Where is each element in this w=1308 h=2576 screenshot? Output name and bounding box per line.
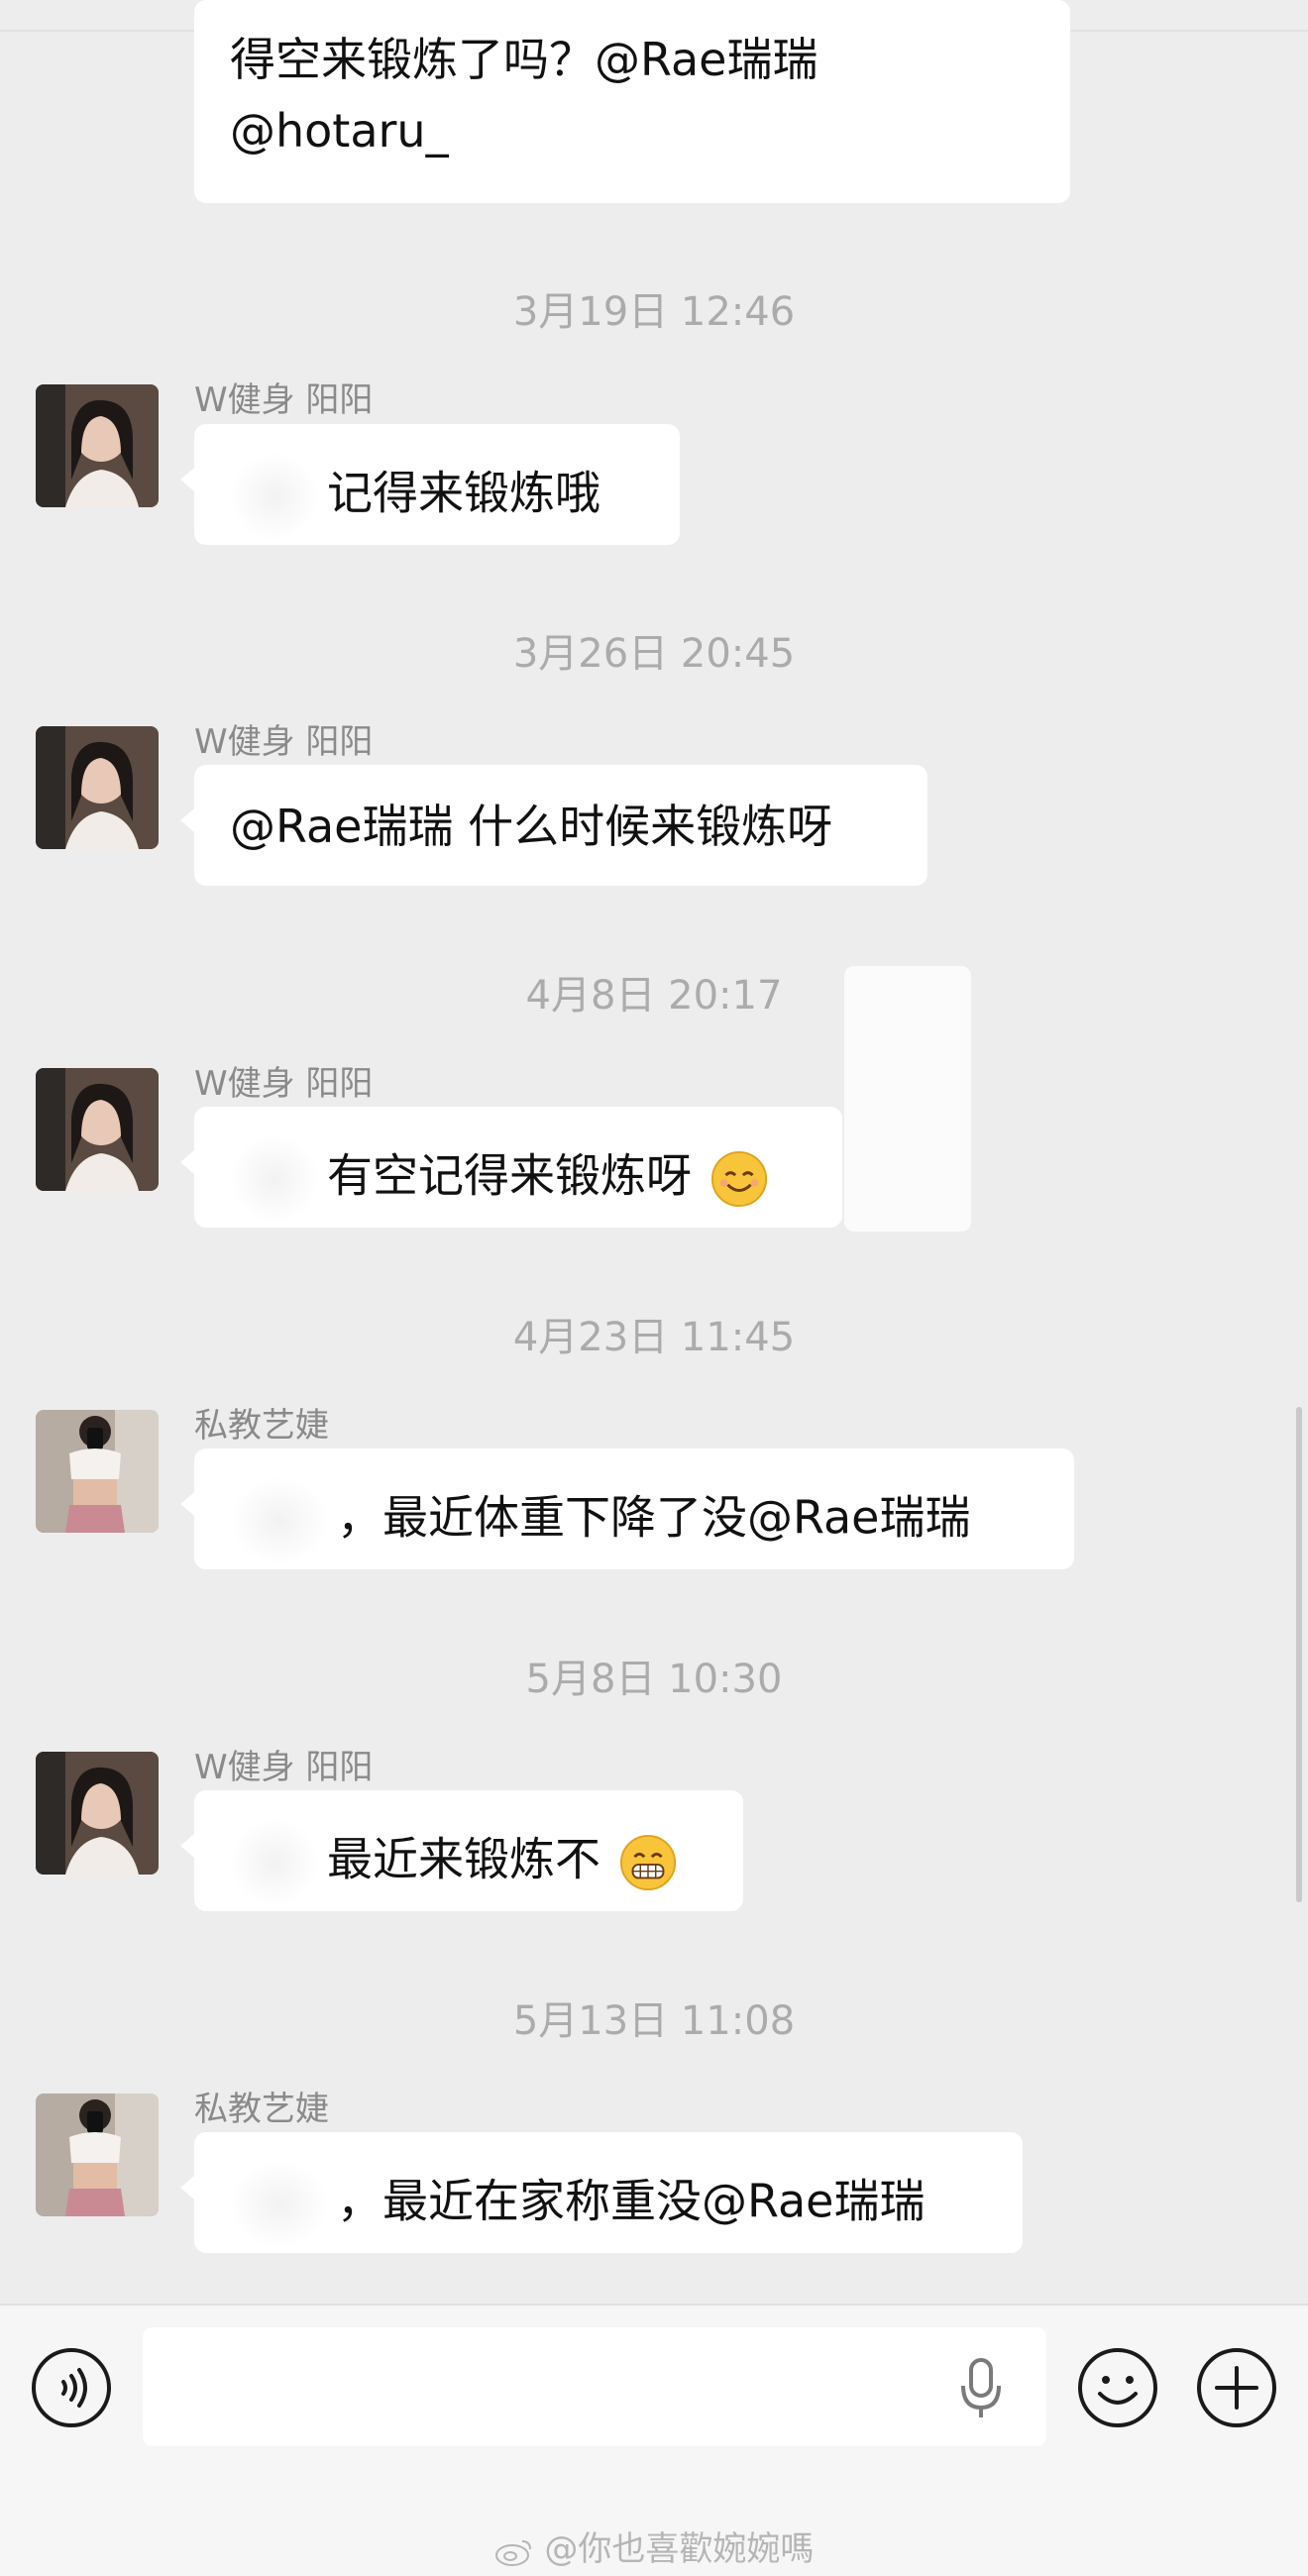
redacted-overlay [844, 966, 971, 1232]
add-more-button[interactable] [1195, 2346, 1278, 2429]
sender-name: W健身 阳阳 [194, 1748, 374, 1787]
emoji-icon [1078, 2348, 1157, 2427]
timestamp: 4月23日 11:45 [512, 1315, 796, 1360]
redacted-area [230, 1476, 329, 1565]
message-bubble[interactable]: ，最近体重下降了没@Rae瑞瑞 [180, 1449, 1074, 1569]
avatar-yangyang-icon [36, 1752, 159, 1875]
message-bubble[interactable]: 记得来锻炼哦 [180, 424, 680, 545]
redacted-area [230, 452, 319, 541]
message-bubble[interactable]: 有空记得来锻炼呀 [180, 1107, 842, 1228]
message-text: 最近来锻炼不 [327, 1832, 600, 1886]
microphone-icon [961, 2358, 1001, 2417]
emoji-button[interactable] [1076, 2346, 1159, 2429]
grinning-face-emoji-icon [619, 1834, 676, 1891]
avatar[interactable] [36, 2093, 159, 2216]
plus-icon [1197, 2348, 1276, 2427]
timestamp: 3月19日 12:46 [512, 289, 796, 335]
message-text: @Rae瑞瑞 什么时候来锻炼呀 [230, 800, 833, 853]
avatar[interactable] [36, 1752, 159, 1875]
sender-name: W健身 阳阳 [194, 1064, 374, 1104]
avatar[interactable] [36, 1068, 159, 1191]
message-text: 记得来锻炼哦 [327, 466, 600, 520]
message-text: 有空记得来锻炼呀 [327, 1148, 692, 1203]
avatar-yangyang-icon [36, 384, 159, 507]
message-text-line-1: 得空来锻炼了吗？@Rae瑞瑞 [230, 33, 818, 86]
sender-name: 私教艺婕 [194, 1406, 329, 1446]
message-bubble[interactable]: 得空来锻炼了吗？@Rae瑞瑞 @hotaru_ [194, 0, 1070, 203]
timestamp: 3月26日 20:45 [512, 631, 796, 677]
avatar-yangyang-icon [36, 1068, 159, 1191]
timestamp: 5月13日 11:08 [512, 1998, 796, 2044]
redacted-area [230, 2160, 329, 2249]
avatar[interactable] [36, 1410, 159, 1533]
avatar-yijie-icon [36, 2093, 159, 2216]
timestamp: 4月8日 20:17 [525, 973, 783, 1019]
sender-name: 私教艺婕 [194, 2090, 329, 2129]
microphone-button[interactable] [939, 2346, 1023, 2429]
voice-mode-icon [32, 2348, 111, 2427]
avatar-yangyang-icon [36, 726, 159, 849]
watermark-text: @你也喜歡婉婉嗎 [544, 2529, 815, 2569]
avatar-yijie-icon [36, 1410, 159, 1533]
message-input[interactable] [143, 2327, 1046, 2446]
message-text: ，最近在家称重没@Rae瑞瑞 [337, 2174, 926, 2228]
redacted-area [230, 1818, 319, 1907]
avatar[interactable] [36, 384, 159, 507]
redacted-area [230, 1134, 319, 1224]
message-text: ，最近体重下降了没@Rae瑞瑞 [337, 1490, 971, 1545]
timestamp: 5月8日 10:30 [525, 1657, 783, 1702]
sender-name: W健身 阳阳 [194, 722, 374, 762]
avatar[interactable] [36, 726, 159, 849]
message-bubble[interactable]: ，最近在家称重没@Rae瑞瑞 [180, 2132, 1023, 2253]
scrollbar[interactable] [1296, 1407, 1302, 1902]
voice-mode-button[interactable] [30, 2346, 113, 2429]
message-bubble[interactable]: 最近来锻炼不 [180, 1790, 743, 1911]
message-bubble[interactable]: @Rae瑞瑞 什么时候来锻炼呀 [180, 765, 927, 886]
message-text-line-2: @hotaru_ [230, 104, 449, 158]
smiling-face-emoji-icon [710, 1150, 767, 1208]
watermark: @你也喜歡婉婉嗎 [0, 2522, 1308, 2570]
sender-name: W健身 阳阳 [194, 380, 374, 420]
weibo-logo-icon [494, 2539, 531, 2566]
